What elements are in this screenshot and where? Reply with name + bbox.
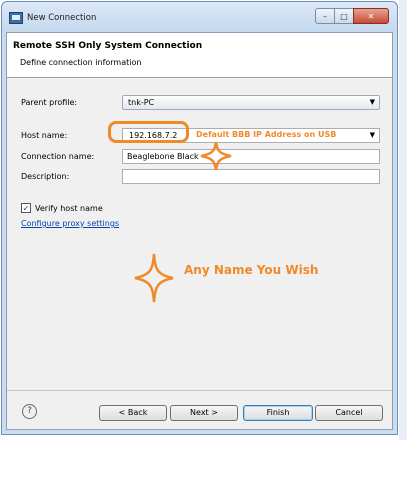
next-button[interactable]: Next >	[170, 405, 238, 421]
name-annotation-text: Any Name You Wish	[184, 263, 319, 277]
verify-host-label: Verify host name	[35, 204, 103, 213]
wizard-subtitle: Define connection information	[20, 58, 142, 67]
description-label: Description:	[21, 172, 70, 181]
dialog-client-area: Remote SSH Only System Connection Define…	[6, 32, 393, 430]
star-annotation-icon	[200, 141, 232, 171]
window-title: New Connection	[27, 13, 97, 23]
wizard-title: Remote SSH Only System Connection	[13, 41, 203, 51]
parent-profile-value: tnk-PC	[128, 98, 155, 107]
parent-profile-label: Parent profile:	[21, 98, 78, 107]
host-annotation-text: Default BBB IP Address on USB	[196, 130, 337, 139]
help-icon[interactable]: ?	[22, 404, 37, 419]
chevron-down-icon[interactable]: ▼	[370, 131, 375, 139]
footer-divider	[7, 390, 392, 391]
title-bar[interactable]: New Connection – □ ✕	[2, 2, 397, 32]
finish-button[interactable]: Finish	[243, 405, 313, 421]
host-annotation-oval	[108, 121, 189, 143]
description-field[interactable]	[122, 169, 380, 184]
window-app-icon	[9, 12, 23, 24]
connection-name-field[interactable]: Beaglebone Black	[122, 149, 380, 164]
dialog-window: New Connection – □ ✕ Remote SSH Only Sys…	[1, 1, 398, 435]
configure-proxy-link[interactable]: Configure proxy settings	[21, 219, 119, 228]
chevron-down-icon: ▼	[369, 98, 375, 106]
star-annotation-icon	[134, 253, 174, 303]
back-button[interactable]: < Back	[99, 405, 167, 421]
parent-profile-select[interactable]: tnk-PC ▼	[122, 95, 380, 110]
wizard-header: Remote SSH Only System Connection Define…	[7, 33, 392, 78]
cancel-button[interactable]: Cancel	[315, 405, 383, 421]
connection-name-label: Connection name:	[21, 152, 95, 161]
connection-name-value: Beaglebone Black	[127, 152, 199, 161]
verify-host-checkbox[interactable]: ✓	[21, 203, 31, 213]
minimize-button[interactable]: –	[315, 8, 335, 24]
background-window-edge	[399, 0, 407, 440]
close-button[interactable]: ✕	[353, 8, 389, 24]
maximize-button[interactable]: □	[334, 8, 354, 24]
host-name-label: Host name:	[21, 131, 68, 140]
